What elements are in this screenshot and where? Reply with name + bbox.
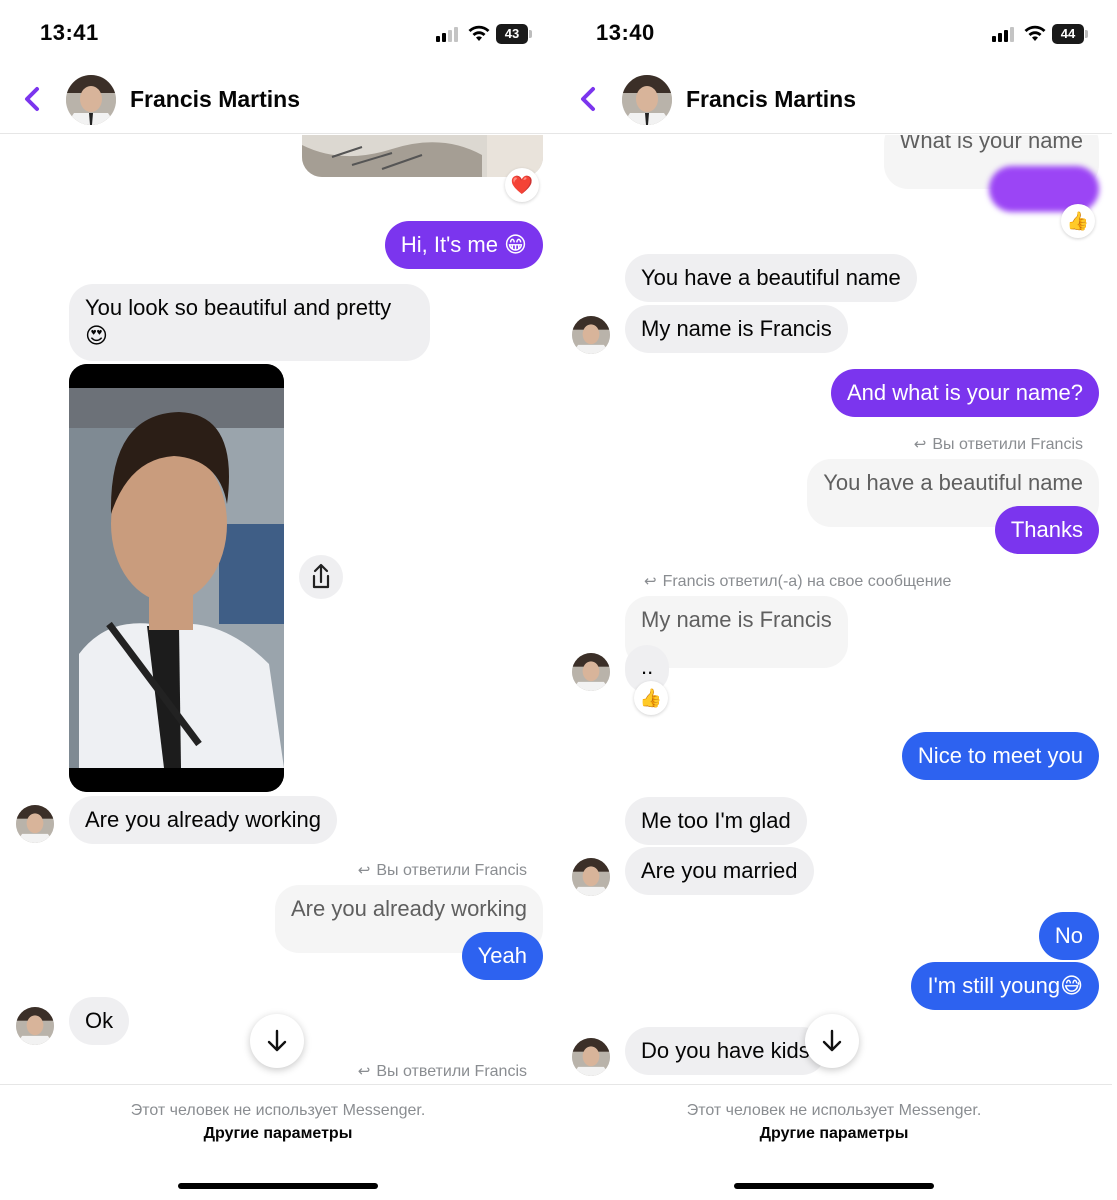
home-indicator[interactable] [178, 1183, 378, 1189]
status-time: 13:41 [40, 20, 99, 45]
message-outgoing[interactable]: Hi, It's me 😁 [384, 221, 543, 269]
arrow-down-icon [267, 1029, 287, 1052]
scroll-down-button[interactable] [250, 1014, 304, 1068]
thumbs-up-reaction[interactable]: 👍 [1061, 204, 1095, 238]
chat-header: Francis Martins [556, 66, 1112, 134]
chat-header: Francis Martins [0, 66, 556, 134]
wifi-icon [468, 25, 490, 41]
message-outgoing[interactable]: No [1038, 912, 1099, 960]
message-outgoing[interactable]: Nice to meet you [901, 732, 1099, 780]
left-phone-screen: 13:41 43 Francis Martins ❤️ Hi, It's me … [0, 0, 556, 1200]
sender-avatar[interactable] [16, 805, 54, 843]
battery-level: 43 [496, 24, 528, 44]
status-bar: 13:40 44 [556, 0, 1112, 66]
message-incoming[interactable]: Do you have kids [625, 1027, 826, 1075]
message-outgoing[interactable]: And what is your name? [830, 369, 1099, 417]
reply-arrow-icon: ↩ [357, 862, 371, 879]
contact-name[interactable]: Francis Martins [130, 86, 300, 113]
message-incoming[interactable]: You look so beautiful and pretty 😍 [69, 284, 430, 361]
composer-footer: Этот человек не использует Messenger. Др… [556, 1084, 1112, 1200]
scroll-down-button[interactable] [805, 1014, 859, 1068]
back-chevron-icon[interactable] [578, 86, 600, 112]
share-icon [312, 563, 330, 589]
signal-icon [436, 26, 462, 42]
status-bar: 13:41 43 [0, 0, 556, 66]
reply-label: ↩ Вы ответили Francis [913, 436, 1083, 453]
message-incoming[interactable]: Are you already working [69, 796, 338, 844]
thumbs-up-reaction[interactable]: 👍 [634, 681, 668, 715]
message-incoming[interactable]: You have a beautiful name [625, 254, 917, 302]
signal-icon [992, 26, 1018, 42]
sender-avatar[interactable] [16, 1007, 54, 1045]
right-phone-screen: 13:40 44 Francis Martins What is your na… [556, 0, 1112, 1200]
heart-reaction[interactable]: ❤️ [505, 168, 539, 202]
message-list[interactable]: ❤️ Hi, It's me 😁 You look so beautiful a… [0, 135, 556, 1083]
reply-label: ↩ Вы ответили Francis [357, 862, 527, 879]
battery-icon: 43 [496, 24, 532, 44]
composer-footer: Этот человек не использует Messenger. Др… [0, 1084, 556, 1200]
battery-icon: 44 [1052, 24, 1088, 44]
message-incoming[interactable]: My name is Francis [625, 305, 848, 353]
emoji: 😍 [85, 323, 108, 348]
other-options-link[interactable]: Другие параметры [0, 1125, 556, 1143]
contact-avatar[interactable] [622, 75, 672, 125]
message-incoming[interactable]: Are you married [625, 847, 814, 895]
sender-avatar[interactable] [572, 653, 610, 691]
image-attachment-partial[interactable] [302, 135, 543, 177]
back-chevron-icon[interactable] [22, 86, 44, 112]
battery-level: 44 [1052, 24, 1084, 44]
other-options-link[interactable]: Другие параметры [556, 1125, 1112, 1143]
message-outgoing[interactable]: Yeah [461, 932, 543, 980]
message-text: You look so beautiful and pretty [85, 295, 392, 320]
footer-notice: Этот человек не использует Messenger. [130, 1102, 426, 1119]
contact-avatar[interactable] [66, 75, 116, 125]
reply-arrow-icon: ↩ [913, 436, 927, 453]
reply-label: ↩ Francis ответил(-а) на свое сообщение [644, 573, 952, 590]
sender-avatar[interactable] [572, 858, 610, 896]
message-outgoing[interactable]: I'm still young😅 [911, 962, 1099, 1010]
reply-arrow-icon: ↩ [357, 1063, 371, 1080]
message-incoming[interactable]: Me too I'm glad [625, 797, 807, 845]
message-outgoing[interactable]: Thanks [994, 506, 1099, 554]
arrow-down-icon [822, 1029, 842, 1052]
home-indicator[interactable] [734, 1183, 934, 1189]
sender-avatar[interactable] [572, 316, 610, 354]
share-button[interactable] [299, 555, 343, 599]
reply-label: ↩ Вы ответили Francis [357, 1063, 527, 1080]
contact-name[interactable]: Francis Martins [686, 86, 856, 113]
status-time: 13:40 [596, 20, 655, 45]
message-incoming[interactable]: Ok [69, 997, 130, 1045]
sender-avatar[interactable] [572, 1038, 610, 1076]
message-list[interactable]: What is your name 👍 You have a beautiful… [556, 135, 1112, 1083]
wifi-icon [1024, 25, 1046, 41]
footer-notice: Этот человек не использует Messenger. [686, 1102, 982, 1119]
photo-attachment[interactable] [69, 364, 284, 792]
reply-arrow-icon: ↩ [644, 573, 657, 590]
